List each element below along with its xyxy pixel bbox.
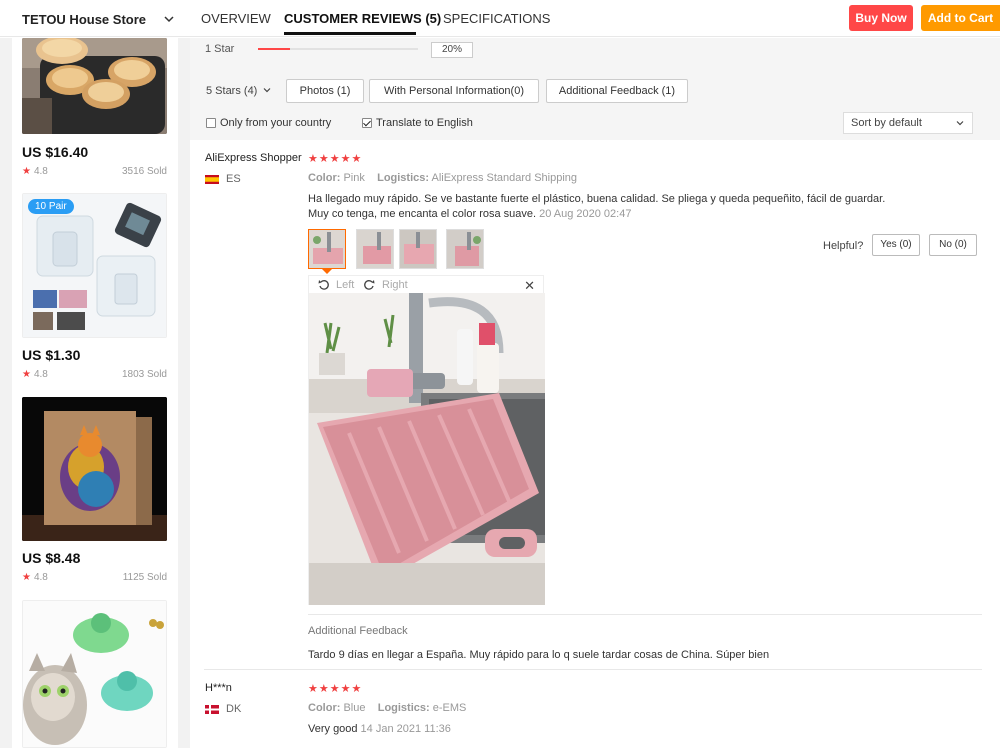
rotate-left-label[interactable]: Left <box>336 279 354 291</box>
add-to-cart-button[interactable]: Add to Cart <box>921 5 1000 31</box>
review-text: Very good 14 Jan 2021 11:36 <box>308 723 451 735</box>
rotate-right-icon[interactable] <box>363 279 375 291</box>
spain-flag-icon <box>205 175 219 184</box>
product-image[interactable]: 10 Pair <box>22 193 167 338</box>
product-image[interactable] <box>22 397 167 541</box>
rating-breakdown-label: 1 Star <box>205 43 235 55</box>
product-price: US $8.48 <box>22 550 81 566</box>
review-date: 20 Aug 2020 02:47 <box>539 208 632 220</box>
review-photo-thumbnail[interactable] <box>399 229 437 269</box>
reviews-main: 1 Star 20% 5 Stars (4) Photos (1) With P… <box>190 38 1000 748</box>
additional-feedback-filter-button[interactable]: Additional Feedback (1) <box>546 79 688 103</box>
helpful-no-button[interactable]: No (0) <box>929 234 977 256</box>
rating-breakdown-fill <box>258 48 290 50</box>
star-icon: ★ <box>22 166 31 177</box>
review-photo-thumbnail[interactable] <box>446 229 484 269</box>
sort-select[interactable]: Sort by default <box>843 112 973 134</box>
product-sold-count: 1803 Sold <box>121 369 167 380</box>
reviewer-name: AliExpress Shopper <box>205 152 302 164</box>
review-divider <box>204 669 982 670</box>
reviewer-name: H***n <box>205 682 232 694</box>
review-meta: Color: Pink Logistics: AliExpress Standa… <box>308 172 578 184</box>
helpful-label: Helpful? <box>823 240 864 252</box>
review-photo-thumbnail[interactable] <box>356 229 394 269</box>
product-image[interactable] <box>22 38 167 134</box>
review-photo-large <box>309 293 545 605</box>
helpful-yes-button[interactable]: Yes (0) <box>872 234 920 256</box>
rating-breakdown-percent: 20% <box>431 42 473 58</box>
reviewer-country: ES <box>226 173 241 185</box>
sidebar-panel: US $16.40 ★ 4.8 3516 Sold 10 Pair US $1.3… <box>12 38 178 748</box>
review-photo-thumbnail[interactable] <box>308 229 346 269</box>
chevron-down-icon <box>263 88 271 93</box>
photos-filter-button[interactable]: Photos (1) <box>286 79 364 103</box>
rotate-right-label[interactable]: Right <box>382 279 408 291</box>
close-icon[interactable]: ✕ <box>524 278 535 294</box>
only-country-checkbox[interactable] <box>206 118 216 128</box>
additional-feedback-text: Tardo 9 días en llegar a España. Muy ráp… <box>308 649 770 661</box>
product-badge: 10 Pair <box>28 199 74 214</box>
rotate-left-icon[interactable] <box>318 279 330 291</box>
buy-now-button[interactable]: Buy Now <box>849 5 913 31</box>
top-bar: TETOU House Store OVERVIEW CUSTOMER REVI… <box>0 0 1000 37</box>
reviewer-country: DK <box>226 703 242 715</box>
review-stars: ★★★★★ <box>308 683 363 695</box>
product-price: US $1.30 <box>22 347 81 363</box>
review-date: 14 Jan 2021 11:36 <box>360 723 451 735</box>
chevron-down-icon[interactable] <box>163 13 175 25</box>
star-icon: ★ <box>22 369 31 380</box>
star-icon: ★ <box>22 572 31 583</box>
product-image[interactable] <box>22 600 167 748</box>
store-name[interactable]: TETOU House Store <box>22 12 146 27</box>
only-country-label[interactable]: Only from your country <box>220 117 331 129</box>
review-text: Ha llegado muy rápido. Se ve bastante fu… <box>308 193 886 220</box>
product-sold-count: 3516 Sold <box>121 166 167 177</box>
product-rating: ★ 4.8 <box>22 369 48 380</box>
translate-checkbox[interactable] <box>362 118 372 128</box>
review-meta: Color: Blue Logistics: e-EMS <box>308 702 467 714</box>
star-filter-select[interactable]: 5 Stars (4) <box>206 85 271 97</box>
denmark-flag-icon <box>205 705 219 714</box>
product-rating: ★ 4.8 <box>22 572 48 583</box>
store-products-sidebar: US $16.40 ★ 4.8 3516 Sold 10 Pair US $1.3… <box>0 38 190 748</box>
product-price: US $16.40 <box>22 144 89 160</box>
active-tab-underline <box>284 32 416 35</box>
personal-info-filter-button[interactable]: With Personal Information(0) <box>369 79 539 103</box>
tab-customer-reviews[interactable]: CUSTOMER REVIEWS (5) <box>284 11 441 26</box>
filter-area: 1 Star 20% 5 Stars (4) Photos (1) With P… <box>190 38 1000 140</box>
additional-feedback-title: Additional Feedback <box>308 625 408 637</box>
translate-label[interactable]: Translate to English <box>376 117 473 129</box>
tab-overview[interactable]: OVERVIEW <box>201 11 271 26</box>
rating-breakdown-bar <box>258 48 418 50</box>
product-rating: ★ 4.8 <box>22 166 48 177</box>
product-sold-count: 1125 Sold <box>122 572 167 583</box>
chevron-down-icon <box>956 121 964 126</box>
active-thumbnail-indicator <box>322 269 332 274</box>
divider <box>308 614 982 615</box>
tab-specifications[interactable]: SPECIFICATIONS <box>443 11 550 26</box>
photo-viewer: Left Right ✕ <box>308 275 545 605</box>
review-stars: ★★★★★ <box>308 153 363 165</box>
